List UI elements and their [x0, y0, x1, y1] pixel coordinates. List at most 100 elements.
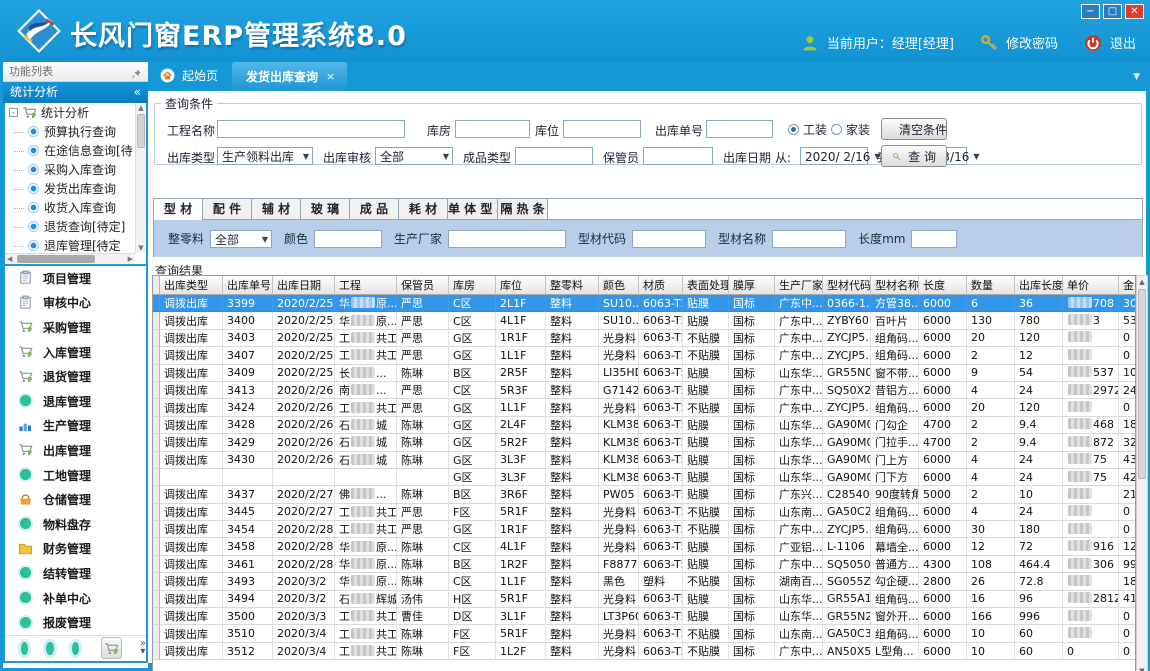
table-row[interactable]: 调拨出库34292020/2/26石城陈琳G区5R2F整料KLM38176063… — [153, 434, 1136, 451]
column-header[interactable]: 生产厂家 — [775, 276, 823, 295]
tree-item[interactable]: 发货出库查询 — [5, 179, 135, 198]
sidebar-menu-item[interactable]: 入库管理 — [5, 340, 146, 365]
sidebar-menu-item[interactable]: 出库管理 — [5, 438, 146, 463]
column-header[interactable]: 颜色 — [599, 276, 639, 295]
column-header[interactable]: 表面处理 — [683, 276, 729, 295]
table-row[interactable]: 调拨出库34092020/2/25长...陈琳B区2R5F整料LI35HD606… — [153, 365, 1136, 382]
column-header[interactable]: 工程 — [335, 276, 397, 295]
table-row[interactable]: 调拨出库35002020/3/3工共工程曹佳D区3L1F整料LT3P606063… — [153, 608, 1136, 625]
grid-vertical-scrollbar[interactable]: ▲ ▼ — [1136, 275, 1148, 671]
column-header[interactable]: 长度 — [919, 276, 967, 295]
clear-conditions-button[interactable]: 清空条件 — [881, 118, 947, 140]
material-tab[interactable]: 配 件 — [203, 199, 252, 220]
collapse-icon[interactable]: « — [134, 82, 141, 103]
table-row[interactable]: 调拨出库34372020/2/27佛...陈琳B区3R6F整料PW056063-… — [153, 486, 1136, 503]
tree-vertical-scrollbar[interactable]: ▲ ▼ — [135, 103, 146, 253]
table-row[interactable]: 调拨出库34132020/2/26南...严思C区5R3F整料G71422606… — [153, 382, 1136, 399]
tree-item[interactable]: 在途信息查询[待 — [5, 141, 135, 160]
date-from-dropdown[interactable]: 2020/ 2/16▼ — [800, 147, 868, 165]
tab-shipment-outbound-query[interactable]: 发货出库查询 × — [232, 62, 347, 91]
tree-root-statistics[interactable]: -统计分析 — [5, 103, 135, 122]
scroll-thumb[interactable] — [1138, 289, 1146, 479]
material-tab[interactable]: 成 品 — [350, 199, 399, 220]
column-header[interactable]: 型材名称 — [871, 276, 919, 295]
tab-close-icon[interactable]: × — [326, 70, 335, 83]
keeper-input[interactable] — [643, 147, 713, 165]
project-name-input[interactable] — [217, 120, 405, 138]
table-row[interactable]: 调拨出库34032020/2/25工共工程严思G区1R1F整料光身料6063-T… — [153, 330, 1136, 347]
sidebar-menu-item[interactable]: 生产管理 — [5, 414, 146, 439]
tab-home[interactable]: 起始页 — [148, 67, 232, 91]
tree-item[interactable]: 退货查询[待定] — [5, 217, 135, 236]
table-row[interactable]: 调拨出库35102020/3/4工共工程陈琳F区5R1F整料光身料6063-T5… — [153, 625, 1136, 642]
sidebar-menu-item[interactable]: 工地管理 — [5, 463, 146, 488]
color-input[interactable] — [314, 230, 382, 248]
pin-icon[interactable] — [131, 66, 142, 77]
material-tab[interactable]: 隔 热 条 — [498, 199, 548, 220]
sidebar-menu-item[interactable]: 报废管理 — [5, 610, 146, 635]
column-header[interactable]: 保管员 — [397, 276, 449, 295]
column-header[interactable]: 库房 — [449, 276, 496, 295]
table-row[interactable]: G区3L3F整料KLM38176063-T5贴膜国标山东华...GA90M09.… — [153, 469, 1136, 486]
maximize-button[interactable]: □ — [1103, 4, 1122, 19]
overflow-chevron-icon[interactable]: »▾ — [140, 640, 146, 656]
tree-collapse-icon[interactable]: - — [9, 108, 18, 117]
change-password-link[interactable]: 修改密码 — [1006, 33, 1058, 52]
table-row[interactable]: 调拨出库35122020/3/4工共工程陈琳F区1L2F整料光身料6063-T5… — [153, 643, 1136, 660]
minimize-button[interactable]: − — [1081, 4, 1100, 19]
table-row[interactable]: 调拨出库34452020/2/27工共工程严思F区5R1F整料光身料6063-T… — [153, 504, 1136, 521]
table-row[interactable]: 调拨出库34002020/2/25华原...严思C区4L1F整料SU10...6… — [153, 312, 1136, 329]
table-row[interactable]: 调拨出库34302020/2/26石城陈琳G区3L3F整料KLM38176063… — [153, 452, 1136, 469]
sidebar-menu-item[interactable]: 物料盘存 — [5, 512, 146, 537]
radio-jiazhuang[interactable]: 家装 — [831, 121, 870, 138]
material-tab[interactable]: 玻 璃 — [301, 199, 350, 220]
sidebar-menu-item[interactable]: 财务管理 — [5, 537, 146, 562]
order-no-input[interactable] — [706, 120, 773, 138]
profile-code-input[interactable] — [632, 230, 706, 248]
scroll-thumb[interactable] — [137, 114, 145, 148]
tree-item[interactable]: 预算执行查询 — [5, 122, 135, 141]
column-header[interactable]: 材质 — [639, 276, 683, 295]
module-dot-icon[interactable] — [46, 642, 53, 655]
column-header[interactable]: 出库类型 — [160, 276, 223, 295]
material-tab[interactable]: 型 材 — [154, 199, 203, 220]
profile-name-input[interactable] — [772, 230, 846, 248]
table-row[interactable]: 调拨出库34072020/2/25工共工程严思G区1L1F整料光身料6063-T… — [153, 347, 1136, 364]
tree-item[interactable]: 退库管理[待定 — [5, 236, 135, 253]
scroll-thumb[interactable] — [17, 255, 95, 263]
column-header[interactable]: 出库长度 — [1015, 276, 1063, 295]
column-header[interactable]: 单价 — [1063, 276, 1119, 295]
sidebar-menu-item[interactable]: 结转管理 — [5, 561, 146, 586]
table-row[interactable]: 调拨出库34932020/3/2华原...陈琳C区1L1F整料黑色塑料不贴膜国标… — [153, 573, 1136, 590]
sidebar-menu-item[interactable]: 补单中心 — [5, 586, 146, 611]
table-row[interactable]: 调拨出库33992020/2/25华原...严思C区2L1F整料SU10...6… — [153, 295, 1136, 312]
tree-item[interactable]: 采购入库查询 — [5, 160, 135, 179]
table-row[interactable]: 调拨出库34242020/2/26工共工程严思G区1L1F整料光身料6063-T… — [153, 399, 1136, 416]
scroll-down-icon[interactable]: ▼ — [136, 243, 146, 253]
scroll-down-icon[interactable]: ▼ — [1137, 665, 1147, 671]
column-header[interactable]: 整零料 — [546, 276, 599, 295]
sidebar-menu-item[interactable]: 退货管理 — [5, 364, 146, 389]
statistics-section-header[interactable]: 统计分析 « — [3, 82, 148, 103]
column-header[interactable]: 型材代码 — [823, 276, 871, 295]
location-input[interactable] — [563, 120, 641, 138]
table-row[interactable]: 调拨出库34942020/3/2石辉城汤伟H区5R1F整料光身料6063-T5贴… — [153, 591, 1136, 608]
product-type-input[interactable] — [515, 147, 593, 165]
sidebar-menu-item[interactable]: 采购管理 — [5, 315, 146, 340]
length-input[interactable] — [911, 230, 957, 248]
column-header[interactable]: 出库单号 — [223, 276, 273, 295]
tree-item[interactable]: 收货入库查询 — [5, 198, 135, 217]
column-header[interactable]: 库位 — [496, 276, 546, 295]
module-dot-icon[interactable] — [72, 642, 79, 655]
sidebar-menu-item[interactable]: 审核中心 — [5, 291, 146, 316]
scroll-up-icon[interactable]: ▲ — [1137, 276, 1147, 288]
material-tab[interactable]: 辅 材 — [252, 199, 301, 220]
material-tab[interactable]: 单 体 型 材 — [448, 199, 498, 220]
table-row[interactable]: 调拨出库34542020/2/28工共工程严思G区1R1F整料光身料6063-T… — [153, 521, 1136, 538]
table-row[interactable]: 调拨出库34612020/2/28华原...陈琳B区1R2F整料F8877FT6… — [153, 556, 1136, 573]
logout-link[interactable]: 退出 — [1110, 33, 1136, 52]
radio-gongzhuang[interactable]: 工装 — [788, 121, 827, 138]
close-button[interactable]: ✕ — [1125, 4, 1144, 19]
material-tab[interactable]: 耗 材 — [399, 199, 448, 220]
warehouse-input[interactable] — [455, 120, 530, 138]
